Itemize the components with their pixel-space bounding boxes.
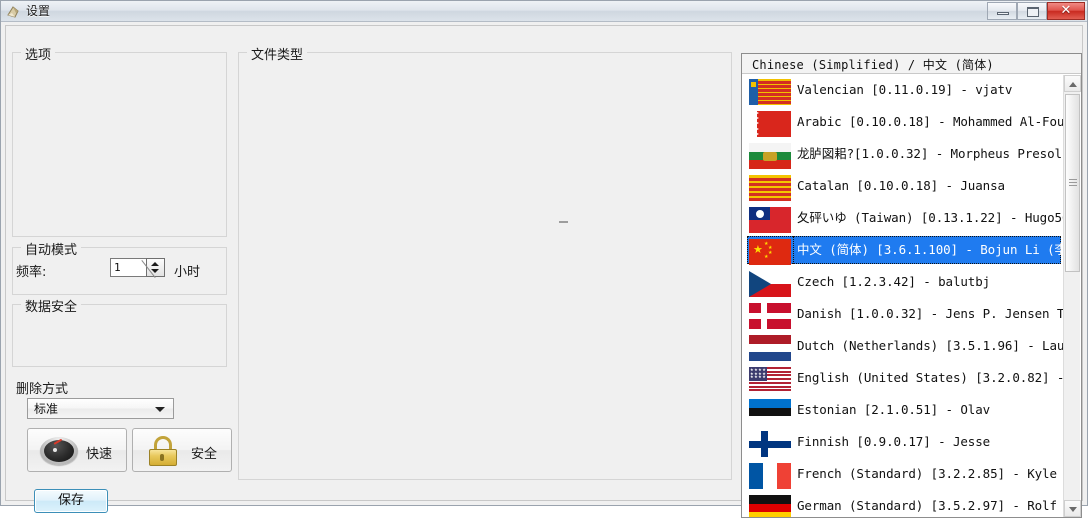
language-list-item[interactable]: Estonian [2.1.0.51] - Olav	[743, 394, 1063, 426]
language-panel: Chinese (Simplified) / 中文 (简体) Valencian…	[741, 53, 1082, 518]
language-item-label: Estonian [2.1.0.51] - Olav	[797, 402, 991, 417]
language-list-item[interactable]: ★★★★ ★★★★ ★★★★ English (United States) [3.2…	[743, 362, 1063, 394]
chevron-down-icon	[1069, 507, 1077, 512]
language-list-item[interactable]: German (Standard) [3.5.2.97] - Rolf Wiss…	[743, 490, 1063, 517]
scrollbar-grip-icon	[1069, 179, 1077, 187]
arabic-flag-icon	[749, 111, 791, 137]
language-item-label: English (United States) [3.2.0.82] - Kyl…	[797, 370, 1063, 385]
language-item-label: French (Standard) [3.2.2.85] - Kyle Kata…	[797, 466, 1063, 481]
options-group: 选项	[12, 44, 227, 237]
options-group-label: 选项	[21, 44, 56, 63]
speedometer-icon	[40, 437, 78, 465]
language-list-item[interactable]: French (Standard) [3.2.2.85] - Kyle Kata…	[743, 458, 1063, 490]
minimize-icon	[997, 12, 1009, 15]
catalonia-flag-icon	[749, 175, 791, 201]
close-button[interactable]: ✕	[1047, 2, 1085, 20]
language-list-item[interactable]: Arabic [0.10.0.18] - Mohammed Al-Foulad	[743, 106, 1063, 138]
language-scrollbar[interactable]	[1063, 75, 1081, 517]
language-list-item[interactable]: Dutch (Netherlands) [3.5.1.96] - Laurens…	[743, 330, 1063, 362]
czech-flag-icon	[749, 271, 791, 297]
delete-method-label: 删除方式	[16, 382, 69, 397]
lock-icon	[147, 436, 179, 466]
language-list-item[interactable]: Finnish [0.9.0.17] - Jesse	[743, 426, 1063, 458]
language-item-label: Arabic [0.10.0.18] - Mohammed Al-Foulad	[797, 114, 1063, 129]
fast-delete-button[interactable]: 快速	[27, 428, 127, 472]
frequency-input[interactable]: 1	[114, 260, 121, 276]
valencia-flag-icon	[749, 79, 791, 105]
file-types-group: 文件类型	[238, 44, 732, 480]
language-item-label: 中文 (简体) [3.6.1.100] - Bojun Li (李柏均)	[797, 242, 1063, 257]
language-item-label: German (Standard) [3.5.2.97] - Rolf Wiss…	[797, 498, 1063, 513]
germany-flag-icon	[749, 495, 791, 517]
language-item-label: Czech [1.2.3.42] - balutbj	[797, 274, 991, 289]
fast-delete-label: 快速	[86, 447, 113, 462]
chevron-up-icon	[1069, 82, 1077, 87]
scrollbar-thumb[interactable]	[1065, 94, 1080, 272]
hour-unit-label: 小时	[174, 265, 201, 280]
language-item-label: 夂砰いゆ (Taiwan) [0.13.1.22] - Hugo5688	[797, 210, 1063, 225]
client-area: 选项 文件类型 自动模式 频率: 1 小时 数据安全 删除方式 标准 快速 安全…	[2, 22, 1086, 518]
scroll-down-button[interactable]	[1064, 500, 1081, 517]
save-button[interactable]: 保存	[34, 489, 108, 513]
china-flag-icon: ★ ★ ★ ★ ★	[749, 239, 791, 265]
usa-flag-icon: ★★★★ ★★★★ ★★★★	[749, 367, 791, 393]
estonia-flag-icon	[749, 399, 791, 425]
language-item-label: Finnish [0.9.0.17] - Jesse	[797, 434, 991, 449]
spinner-buttons[interactable]	[141, 258, 165, 278]
language-list-item[interactable]: 夂砰いゆ (Taiwan) [0.13.1.22] - Hugo5688	[743, 202, 1063, 234]
save-button-label: 保存	[57, 493, 84, 508]
minimize-button[interactable]	[987, 2, 1017, 20]
language-header: Chinese (Simplified) / 中文 (简体)	[742, 54, 1081, 74]
bulgaria-flag-icon	[749, 143, 791, 169]
settings-window: 设置 ✕ 选项 文件类型 自动模式 频率: 1 小时 数据安全 删除方式 标准 …	[0, 0, 1088, 518]
language-list-item[interactable]: ★★★★★ 中文 (简体) [3.6.1.100] - Bojun Li (李柏均…	[743, 234, 1063, 266]
delete-method-selected-value: 标准	[34, 402, 59, 416]
taiwan-flag-icon	[749, 207, 791, 233]
france-flag-icon	[749, 463, 791, 489]
maximize-button[interactable]	[1017, 2, 1047, 20]
nl-flag-icon	[749, 335, 791, 361]
denmark-flag-icon	[749, 303, 791, 329]
language-item-label: Danish [1.0.0.32] - Jens P. Jensen Tonaj…	[797, 306, 1063, 321]
frequency-label: 频率:	[16, 265, 47, 280]
close-icon: ✕	[1060, 3, 1072, 18]
render-artifact-dash	[559, 221, 568, 223]
language-list-item[interactable]: Czech [1.2.3.42] - balutbj	[743, 266, 1063, 298]
safe-delete-label: 安全	[191, 447, 218, 462]
language-list-item[interactable]: 龙胪図耜?[1.0.0.32] - Morpheus Presolski	[743, 138, 1063, 170]
language-list-item[interactable]: Catalan [0.10.0.18] - Juansa	[743, 170, 1063, 202]
window-title: 设置	[26, 4, 51, 18]
finland-flag-icon	[749, 431, 791, 457]
language-item-label: Valencian [0.11.0.19] - vjatv	[797, 82, 1013, 97]
scroll-up-button[interactable]	[1064, 75, 1081, 92]
title-bar[interactable]: 设置 ✕	[1, 1, 1087, 22]
language-list-item[interactable]: Valencian [0.11.0.19] - vjatv	[743, 74, 1063, 106]
data-security-group-label: 数据安全	[21, 296, 82, 315]
language-item-label: Dutch (Netherlands) [3.5.1.96] - Laurens…	[797, 338, 1063, 353]
language-list[interactable]: Valencian [0.11.0.19] - vjatv Arabic [0.1…	[743, 74, 1063, 517]
app-icon	[6, 4, 22, 20]
language-header-label: Chinese (Simplified) / 中文 (简体)	[752, 58, 994, 72]
delete-method-select[interactable]: 标准	[27, 398, 174, 419]
maximize-icon	[1027, 7, 1039, 17]
language-item-label: 龙胪図耜?[1.0.0.32] - Morpheus Presolski	[797, 146, 1063, 161]
data-security-group: 数据安全	[12, 296, 227, 367]
file-types-group-label: 文件类型	[247, 44, 308, 63]
auto-mode-group-label: 自动模式	[21, 239, 82, 258]
frequency-spinner[interactable]: 1	[110, 258, 165, 278]
safe-delete-button[interactable]: 安全	[132, 428, 232, 472]
chevron-down-icon[interactable]	[155, 407, 165, 412]
language-list-item[interactable]: Danish [1.0.0.32] - Jens P. Jensen Tonaj…	[743, 298, 1063, 330]
language-item-label: Catalan [0.10.0.18] - Juansa	[797, 178, 1005, 193]
spinner-up-icon[interactable]	[151, 262, 159, 266]
